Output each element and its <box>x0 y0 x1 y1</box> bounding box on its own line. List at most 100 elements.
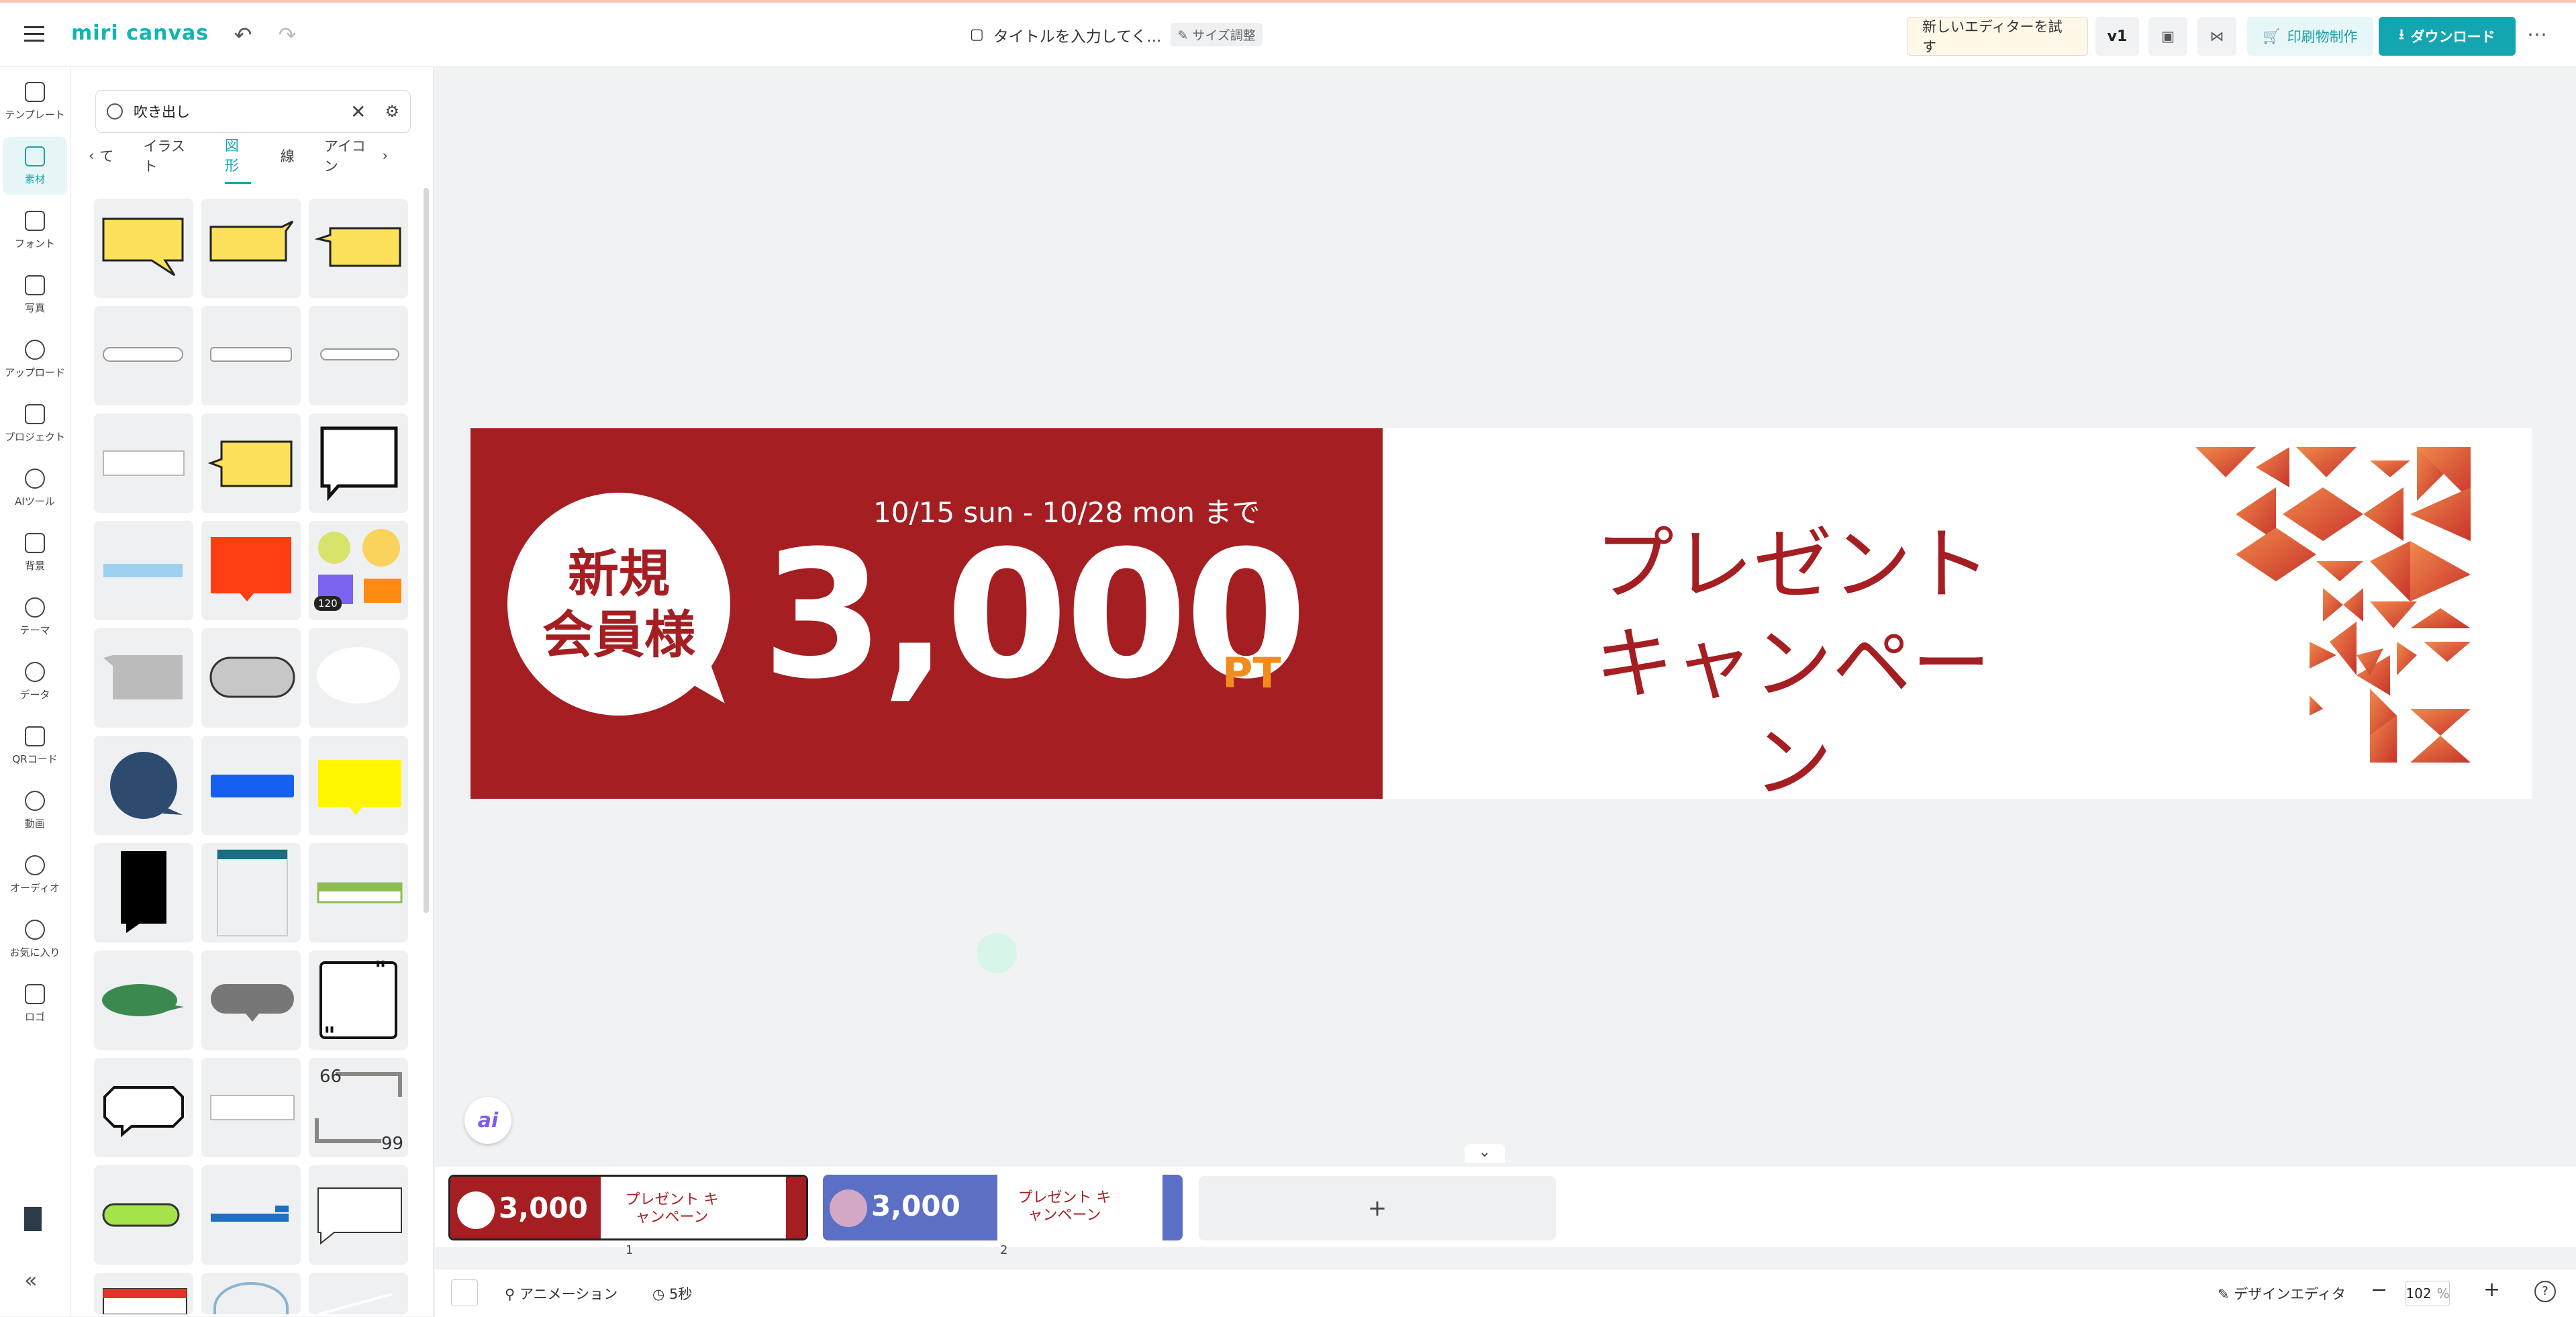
resize-chip[interactable]: ✎ サイズ調整 <box>1171 23 1262 46</box>
rail-item-audio[interactable]: オーディオ <box>3 846 67 904</box>
rail-item-theme[interactable]: テーマ <box>3 588 67 646</box>
shape-item[interactable] <box>309 628 408 728</box>
rail-item-font[interactable]: フォント <box>3 201 67 259</box>
shape-item[interactable]: " " <box>309 950 408 1050</box>
duration-button[interactable]: ◷ 5秒 <box>652 1283 692 1304</box>
rail-item-photo[interactable]: 写真 <box>3 266 67 324</box>
zoom-out-icon[interactable]: − <box>2371 1278 2387 1302</box>
folder-icon[interactable]: ▢ <box>970 26 984 43</box>
shape-item[interactable] <box>201 199 301 298</box>
shape-item[interactable] <box>94 521 193 620</box>
clear-search-icon[interactable]: ✕ <box>350 101 366 123</box>
shape-item[interactable] <box>201 950 301 1050</box>
document-title[interactable]: タイトルを入力してく... <box>993 23 1162 46</box>
ai-tools-icon <box>25 468 45 489</box>
shape-item[interactable] <box>201 628 301 728</box>
category-tabs: ‹ て イラスト 図形 線 アイコン › <box>89 138 417 184</box>
shape-item[interactable] <box>94 306 193 405</box>
page-thumb-1[interactable]: 3,000 プレゼント キャンペーン <box>448 1175 808 1240</box>
app-logo[interactable]: miri canvas <box>71 21 209 45</box>
panel-scrollbar[interactable] <box>424 188 429 913</box>
collapse-pages-icon[interactable]: ⌄ <box>1465 1144 1505 1163</box>
pencil-icon: ✎ <box>1177 28 1189 43</box>
rail-item-logo[interactable]: ロゴ <box>3 975 67 1032</box>
template-icon <box>25 81 45 102</box>
zoom-in-icon[interactable]: + <box>2483 1278 2500 1302</box>
save-icon[interactable]: ▣ <box>2148 17 2187 56</box>
point-unit[interactable]: PT <box>1222 648 1281 697</box>
undo-icon[interactable]: ↶ <box>228 20 258 50</box>
share-icon[interactable]: ⋈ <box>2197 17 2236 56</box>
shape-item[interactable] <box>309 306 408 405</box>
shape-item[interactable] <box>94 628 193 728</box>
shape-item[interactable] <box>201 736 301 835</box>
new-member-circle[interactable]: 新規 会員様 <box>507 493 730 716</box>
shape-item[interactable] <box>94 413 193 513</box>
count-badge: 120 <box>314 596 342 611</box>
shape-item[interactable] <box>309 1165 408 1265</box>
filter-icon[interactable]: ⚙ <box>385 102 399 121</box>
try-new-editor-button[interactable]: 新しいエディターを試す <box>1907 17 2088 56</box>
shape-item[interactable] <box>94 199 193 298</box>
shape-item[interactable] <box>201 413 301 513</box>
shape-item[interactable] <box>309 736 408 835</box>
collapse-panel-icon[interactable]: « <box>24 1267 38 1293</box>
tab-illust[interactable]: イラスト <box>143 136 195 183</box>
tab-all[interactable]: て <box>99 146 113 173</box>
rail-item-background[interactable]: 背景 <box>3 524 67 581</box>
shape-item[interactable]: 120 <box>309 521 408 620</box>
more-icon[interactable]: ⋯ <box>2527 23 2547 46</box>
shape-item[interactable] <box>201 1165 301 1265</box>
shape-item[interactable] <box>94 843 193 942</box>
download-button[interactable]: ⭳ ダウンロード <box>2379 17 2516 56</box>
shape-item[interactable] <box>309 199 408 298</box>
animation-button[interactable]: ⚲ アニメーション <box>505 1283 617 1304</box>
rail-item-data[interactable]: データ <box>3 652 67 710</box>
rail-item-project[interactable]: プロジェクト <box>3 395 67 452</box>
shape-item[interactable] <box>94 1273 193 1315</box>
banner-canvas[interactable]: 新規 会員様 10/15 sun - 10/28 mon まで 3,000 PT… <box>470 428 2532 809</box>
version-button[interactable]: v1 <box>2095 17 2139 56</box>
rail-item-template[interactable]: テンプレート <box>3 72 67 130</box>
shape-item[interactable] <box>201 1058 301 1157</box>
shape-item[interactable] <box>201 1273 301 1314</box>
tab-lines[interactable]: 線 <box>281 146 295 173</box>
top-bar: miri canvas ↶ ↷ ▢ タイトルを入力してく... ✎ サイズ調整 … <box>0 0 2576 67</box>
rail-item-ai-tools[interactable]: AIツール <box>3 459 67 517</box>
shape-item[interactable] <box>201 306 301 405</box>
bookmark-icon[interactable] <box>24 1207 42 1231</box>
shape-item[interactable] <box>94 1058 193 1157</box>
color-swatch[interactable] <box>451 1279 478 1306</box>
page-thumb-2[interactable]: 3,000 プレゼント キャンペーン <box>823 1175 1183 1240</box>
help-icon[interactable]: ? <box>2534 1281 2556 1302</box>
shape-item[interactable] <box>94 1165 193 1265</box>
shape-item[interactable] <box>309 413 408 513</box>
rail-item-favorites[interactable]: お気に入り <box>3 910 67 968</box>
add-page-button[interactable]: + <box>1199 1176 1556 1240</box>
search-icon <box>107 103 123 119</box>
shape-item[interactable] <box>309 843 408 942</box>
tab-shapes[interactable]: 図形 <box>224 135 251 184</box>
tab-prev-icon[interactable]: ‹ <box>89 148 94 170</box>
qr-icon <box>25 726 45 746</box>
shape-item[interactable] <box>94 950 193 1050</box>
tab-icons[interactable]: アイコン <box>324 136 376 183</box>
shape-item[interactable] <box>309 1273 408 1316</box>
zoom-input[interactable]: 102 % <box>2406 1281 2450 1306</box>
search-input[interactable]: 吹き出し ✕ ⚙ <box>95 90 411 133</box>
rail-item-video[interactable]: 動画 <box>3 781 67 839</box>
rail-item-upload[interactable]: アップロード <box>3 330 67 388</box>
shape-item[interactable]: 66 99 <box>309 1058 408 1157</box>
tab-next-icon[interactable]: › <box>383 148 388 170</box>
print-button[interactable]: 🛒 印刷物制作 <box>2247 17 2373 56</box>
ai-button[interactable]: ai <box>464 1097 511 1144</box>
shape-item[interactable] <box>201 521 301 620</box>
shape-item[interactable] <box>201 843 301 942</box>
menu-icon[interactable] <box>24 23 47 46</box>
rail-item-elements[interactable]: 素材 <box>3 137 67 195</box>
design-editor-button[interactable]: ✎ デザインエディタ <box>2218 1283 2346 1304</box>
campaign-title[interactable]: プレゼント キャンペーン <box>1575 516 2011 813</box>
shape-item[interactable] <box>94 736 193 835</box>
redo-icon[interactable]: ↷ <box>273 20 302 50</box>
rail-item-qr[interactable]: QRコード <box>3 717 67 775</box>
